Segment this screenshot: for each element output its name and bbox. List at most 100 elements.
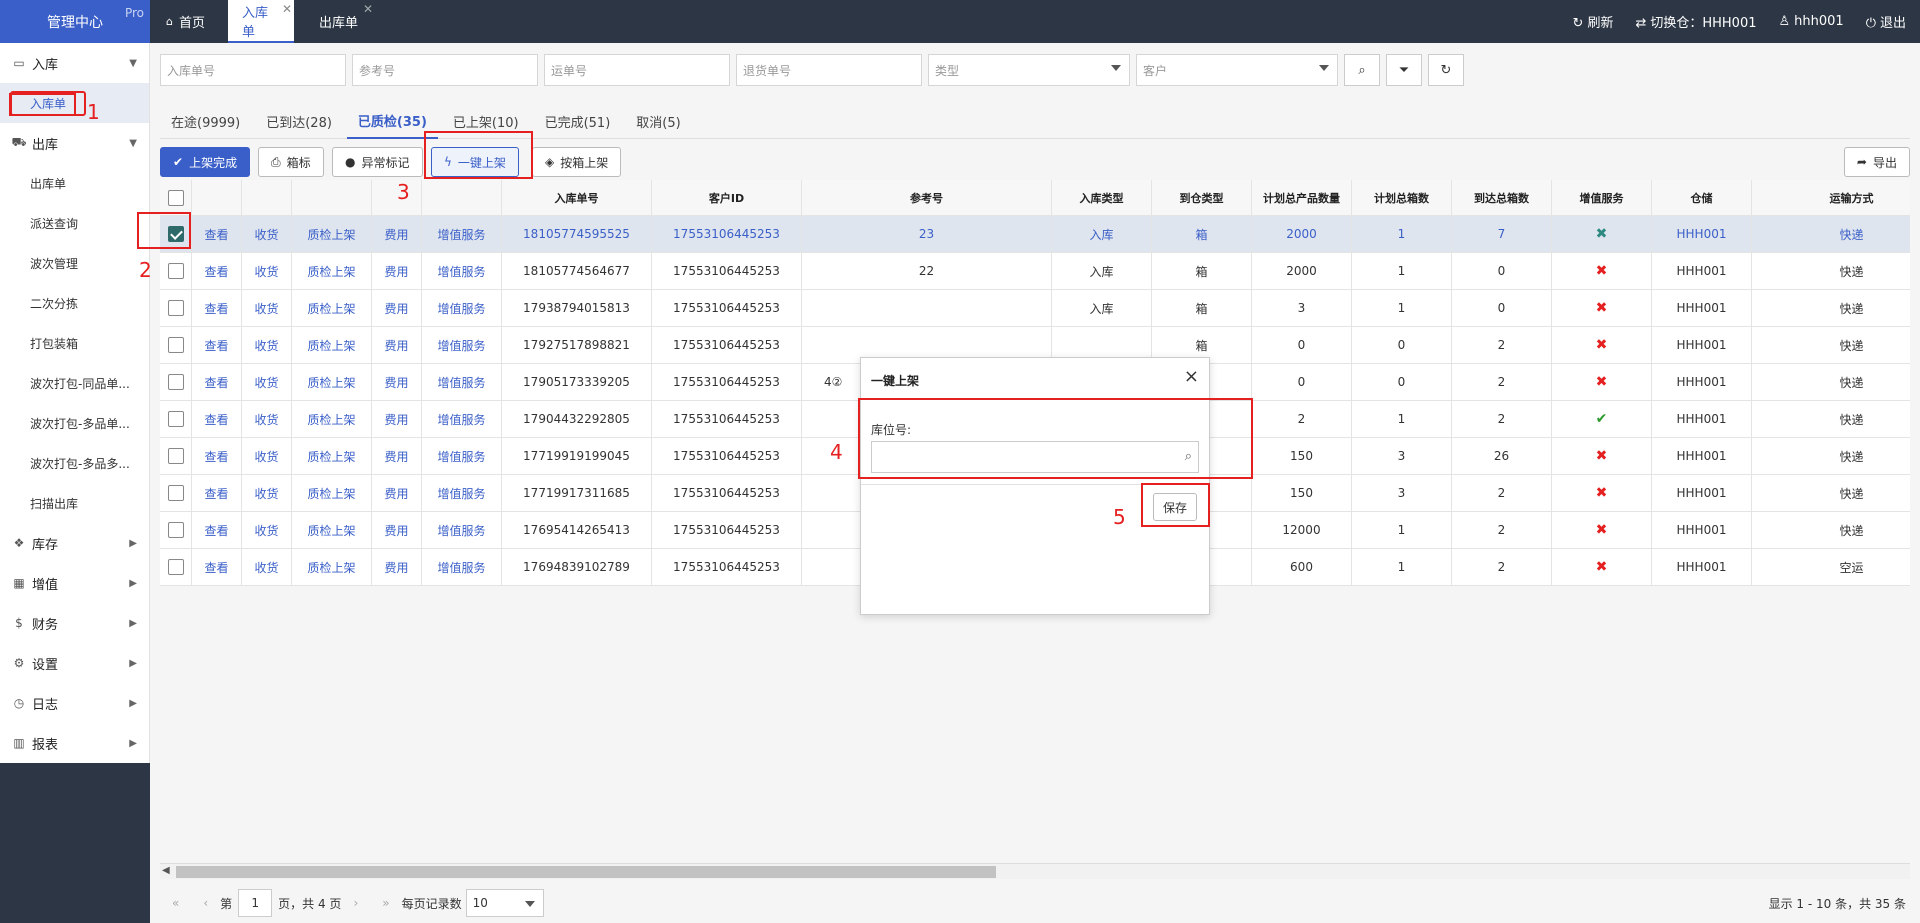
value-added-link[interactable]: 增值服务 bbox=[422, 512, 502, 548]
receive-link[interactable]: 收货 bbox=[242, 216, 292, 252]
sidebar-group-log[interactable]: ◷ 日志 ▶ bbox=[0, 683, 149, 723]
filter-button[interactable]: ⏷ bbox=[1386, 54, 1422, 86]
switch-warehouse-button[interactable]: ⇄ 切换仓：HHH001 bbox=[1635, 12, 1756, 31]
receive-link[interactable]: 收货 bbox=[242, 549, 292, 585]
fee-link[interactable]: 费用 bbox=[372, 549, 422, 585]
box-label-button[interactable]: ⎙ 箱标 bbox=[258, 147, 324, 177]
inspect-shelve-link[interactable]: 质检上架 bbox=[292, 364, 372, 400]
inspect-shelve-link[interactable]: 质检上架 bbox=[292, 327, 372, 363]
sidebar-group-inbound[interactable]: ▭ 入库 ▼ bbox=[0, 43, 149, 83]
tab-outbound-order[interactable]: 出库单 ✕ bbox=[305, 0, 375, 43]
inspect-shelve-link[interactable]: 质检上架 bbox=[292, 216, 372, 252]
customer-select[interactable]: 客户 bbox=[1136, 54, 1338, 86]
sidebar-group-reports[interactable]: ▥ 报表 ▶ bbox=[0, 723, 149, 763]
per-page-select[interactable]: 10 bbox=[465, 889, 544, 917]
prev-page-icon[interactable]: ‹ bbox=[203, 896, 208, 910]
shelve-done-button[interactable]: ✔ 上架完成 bbox=[160, 147, 251, 177]
receive-link[interactable]: 收货 bbox=[242, 475, 292, 511]
row-checkbox[interactable] bbox=[167, 337, 184, 353]
sidebar-item-outbound-order[interactable]: 出库单 bbox=[0, 163, 149, 203]
view-link[interactable]: 查看 bbox=[192, 512, 242, 548]
sidebar-item-scan-outbound[interactable]: 扫描出库 bbox=[0, 483, 149, 523]
close-icon[interactable]: ✕ bbox=[282, 2, 292, 16]
inbound-no-input[interactable]: 入库单号 bbox=[160, 54, 346, 86]
row-checkbox[interactable] bbox=[167, 559, 184, 575]
sidebar-item-delivery-query[interactable]: 派送查询 bbox=[0, 203, 149, 243]
horizontal-scrollbar[interactable]: ◀ bbox=[160, 863, 1910, 879]
waybill-no-input[interactable]: 运单号 bbox=[544, 54, 730, 86]
receive-link[interactable]: 收货 bbox=[242, 290, 292, 326]
value-added-link[interactable]: 增值服务 bbox=[422, 549, 502, 585]
sidebar-item-wave-pack-multi-multi[interactable]: 波次打包-多品多... bbox=[0, 443, 149, 483]
row-checkbox[interactable] bbox=[167, 448, 184, 464]
view-link[interactable]: 查看 bbox=[192, 549, 242, 585]
table-row[interactable]: 查看 收货 质检上架 费用 增值服务 17938794015813 175531064452… bbox=[160, 290, 1910, 327]
row-checkbox[interactable] bbox=[167, 522, 184, 538]
type-select[interactable]: 类型 bbox=[928, 54, 1130, 86]
inspect-shelve-link[interactable]: 质检上架 bbox=[292, 401, 372, 437]
export-button[interactable]: ➦ 导出 bbox=[1843, 147, 1910, 177]
sidebar-item-wave-pack-same[interactable]: 波次打包-同品单... bbox=[0, 363, 149, 403]
fee-link[interactable]: 费用 bbox=[372, 290, 422, 326]
inspect-shelve-link[interactable]: 质检上架 bbox=[292, 549, 372, 585]
search-button[interactable]: ⌕ bbox=[1344, 54, 1380, 86]
sidebar-group-outbound[interactable]: ⛟ 出库 ▼ bbox=[0, 123, 149, 163]
view-link[interactable]: 查看 bbox=[192, 401, 242, 437]
value-added-link[interactable]: 增值服务 bbox=[422, 290, 502, 326]
view-link[interactable]: 查看 bbox=[192, 364, 242, 400]
receive-link[interactable]: 收货 bbox=[242, 438, 292, 474]
value-added-link[interactable]: 增值服务 bbox=[422, 327, 502, 363]
return-no-input[interactable]: 退货单号 bbox=[736, 54, 922, 86]
logout-button[interactable]: ⏻ 退出 bbox=[1866, 12, 1906, 31]
close-icon[interactable]: × bbox=[1184, 366, 1199, 387]
sidebar-group-inventory[interactable]: ❖ 库存 ▶ bbox=[0, 523, 149, 563]
tab-cancelled[interactable]: 取消(5) bbox=[625, 103, 691, 139]
user-menu[interactable]: ♙ hhh001 bbox=[1779, 14, 1844, 29]
receive-link[interactable]: 收货 bbox=[242, 327, 292, 363]
scroll-left-icon[interactable]: ◀ bbox=[162, 865, 170, 876]
refresh-button[interactable]: ↻ 刷新 bbox=[1573, 12, 1614, 31]
tab-home[interactable]: ⌂ 首页 bbox=[152, 0, 219, 43]
sidebar-item-wave-management[interactable]: 波次管理 bbox=[0, 243, 149, 283]
row-checkbox[interactable] bbox=[167, 374, 184, 390]
inspect-shelve-link[interactable]: 质检上架 bbox=[292, 512, 372, 548]
view-link[interactable]: 查看 bbox=[192, 253, 242, 289]
shelve-by-box-button[interactable]: ◈ 按箱上架 bbox=[532, 147, 622, 177]
next-page-icon[interactable]: › bbox=[353, 896, 358, 910]
view-link[interactable]: 查看 bbox=[192, 327, 242, 363]
sidebar-group-finance[interactable]: $ 财务 ▶ bbox=[0, 603, 149, 643]
fee-link[interactable]: 费用 bbox=[372, 475, 422, 511]
fee-link[interactable]: 费用 bbox=[372, 401, 422, 437]
sidebar-item-packing[interactable]: 打包装箱 bbox=[0, 323, 149, 363]
table-row[interactable]: 查看 收货 质检上架 费用 增值服务 18105774595525 175531064452… bbox=[160, 216, 1910, 253]
value-added-link[interactable]: 增值服务 bbox=[422, 253, 502, 289]
receive-link[interactable]: 收货 bbox=[242, 253, 292, 289]
reference-no-input[interactable]: 参考号 bbox=[352, 54, 538, 86]
fee-link[interactable]: 费用 bbox=[372, 327, 422, 363]
value-added-link[interactable]: 增值服务 bbox=[422, 216, 502, 252]
view-link[interactable]: 查看 bbox=[192, 438, 242, 474]
view-link[interactable]: 查看 bbox=[192, 475, 242, 511]
receive-link[interactable]: 收货 bbox=[242, 512, 292, 548]
value-added-link[interactable]: 增值服务 bbox=[422, 401, 502, 437]
fee-link[interactable]: 费用 bbox=[372, 216, 422, 252]
inspect-shelve-link[interactable]: 质检上架 bbox=[292, 438, 372, 474]
inspect-shelve-link[interactable]: 质检上架 bbox=[292, 253, 372, 289]
reset-button[interactable]: ↻ bbox=[1428, 54, 1464, 86]
sidebar-item-secondary-sorting[interactable]: 二次分拣 bbox=[0, 283, 149, 323]
view-link[interactable]: 查看 bbox=[192, 290, 242, 326]
tab-completed[interactable]: 已完成(51) bbox=[534, 103, 622, 139]
fee-link[interactable]: 费用 bbox=[372, 364, 422, 400]
inspect-shelve-link[interactable]: 质检上架 bbox=[292, 475, 372, 511]
exception-mark-button[interactable]: ● 异常标记 bbox=[332, 147, 423, 177]
receive-link[interactable]: 收货 bbox=[242, 364, 292, 400]
tab-in-transit[interactable]: 在途(9999) bbox=[160, 103, 251, 139]
view-link[interactable]: 查看 bbox=[192, 216, 242, 252]
table-row[interactable]: 查看 收货 质检上架 费用 增值服务 18105774564677 175531064452… bbox=[160, 253, 1910, 290]
inspect-shelve-link[interactable]: 质检上架 bbox=[292, 290, 372, 326]
fee-link[interactable]: 费用 bbox=[372, 512, 422, 548]
page-number-input[interactable]: 1 bbox=[238, 889, 273, 917]
value-added-link[interactable]: 增值服务 bbox=[422, 364, 502, 400]
row-checkbox[interactable] bbox=[167, 411, 184, 427]
fee-link[interactable]: 费用 bbox=[372, 438, 422, 474]
